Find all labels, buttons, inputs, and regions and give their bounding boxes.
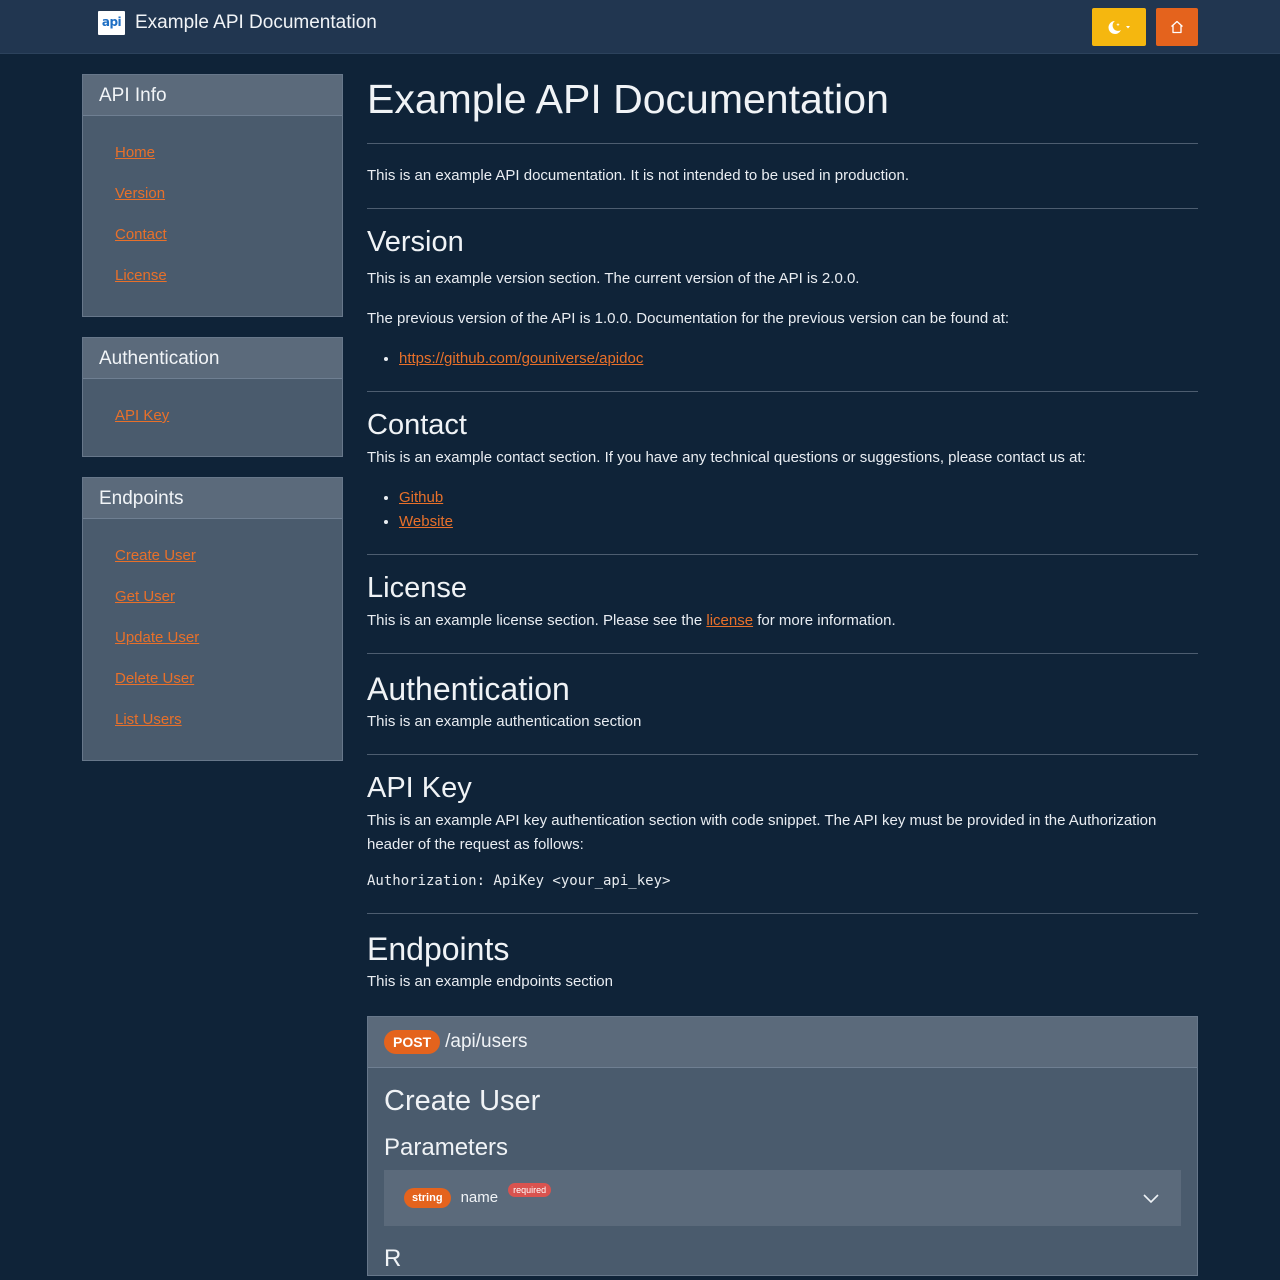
- sidebar-list: API Key: [83, 379, 342, 456]
- parameter-row-name[interactable]: string name required: [384, 1170, 1181, 1226]
- contact-section: Contact This is an example contact secti…: [367, 408, 1198, 534]
- divider: [367, 208, 1198, 209]
- brand-title: Example API Documentation: [135, 12, 377, 33]
- sidebar-item-license[interactable]: License: [115, 267, 167, 284]
- home-icon: [1171, 20, 1183, 34]
- section-heading: License: [367, 572, 467, 604]
- sidebar-item-contact[interactable]: Contact: [115, 226, 167, 243]
- endpoint-card-create-user: POST /api/users Create User Parameters s…: [367, 1016, 1198, 1276]
- sidebar: API Info Home Version Contact License Au…: [82, 74, 343, 781]
- divider: [367, 143, 1198, 144]
- license-text-after: for more information.: [753, 612, 896, 629]
- license-text-before: This is an example license section. Plea…: [367, 612, 707, 629]
- sidebar-item-update-user[interactable]: Update User: [115, 629, 199, 646]
- sidebar-card-title: Authentication: [83, 338, 342, 379]
- divider: [367, 913, 1198, 914]
- endpoint-title: Create User: [384, 1085, 541, 1117]
- endpoints-section: Endpoints This is an example endpoints s…: [367, 930, 1198, 1276]
- license-section: License This is an example license secti…: [367, 571, 1198, 633]
- divider: [367, 391, 1198, 392]
- section-heading: Version: [367, 226, 464, 258]
- link-list: Github Website: [367, 486, 1198, 534]
- chevron-down-icon[interactable]: [1141, 1188, 1161, 1208]
- sidebar-item-home[interactable]: Home: [115, 144, 155, 161]
- section-text: This is an example license section. Plea…: [367, 609, 1198, 633]
- section-text: This is an example version section. The …: [367, 270, 860, 287]
- website-link[interactable]: Website: [399, 513, 453, 530]
- section-heading: API Key: [367, 772, 472, 804]
- version-section: Version This is an example version secti…: [367, 225, 1198, 371]
- next-section-heading: R: [384, 1245, 402, 1272]
- moon-icon: [1108, 21, 1130, 34]
- endpoint-body: Create User Parameters string name requi…: [368, 1068, 1197, 1275]
- theme-toggle-button[interactable]: [1092, 8, 1146, 46]
- api-key-section: API Key This is an example API key authe…: [367, 771, 1198, 893]
- home-button[interactable]: [1156, 8, 1198, 46]
- brand[interactable]: api Example API Documentation: [98, 11, 377, 35]
- sidebar-card-endpoints: Endpoints Create User Get User Update Us…: [82, 477, 343, 761]
- link-list: https://github.com/gouniverse/apidoc: [367, 347, 1198, 371]
- sidebar-item-version[interactable]: Version: [115, 185, 165, 202]
- license-link[interactable]: license: [706, 612, 753, 629]
- section-text: This is an example endpoints section: [367, 973, 613, 990]
- authentication-section: Authentication This is an example authen…: [367, 670, 1198, 734]
- intro-text: This is an example API documentation. It…: [367, 167, 909, 184]
- parameter-name: name: [460, 1189, 499, 1206]
- sidebar-list: Create User Get User Update User Delete …: [83, 519, 342, 760]
- section-text: This is an example contact section. If y…: [367, 449, 1086, 466]
- sidebar-item-create-user[interactable]: Create User: [115, 547, 196, 564]
- section-text: This is an example authentication sectio…: [367, 713, 642, 730]
- sidebar-item-list-users[interactable]: List Users: [115, 711, 182, 728]
- page-title: Example API Documentation: [367, 76, 889, 122]
- parameters-heading: Parameters: [384, 1134, 509, 1161]
- section-heading: Authentication: [367, 671, 570, 707]
- sidebar-card-authentication: Authentication API Key: [82, 337, 343, 457]
- main-content: Example API Documentation This is an exa…: [367, 74, 1198, 1276]
- section-text: The previous version of the API is 1.0.0…: [367, 310, 1010, 327]
- sidebar-item-api-key[interactable]: API Key: [115, 407, 169, 424]
- section-text: This is an example API key authenticatio…: [367, 812, 1157, 853]
- sidebar-list: Home Version Contact License: [83, 116, 342, 316]
- required-badge: required: [508, 1183, 552, 1197]
- sidebar-card-title: API Info: [83, 75, 342, 116]
- method-badge: POST: [384, 1030, 441, 1054]
- type-badge: string: [404, 1188, 451, 1208]
- section-heading: Endpoints: [367, 931, 510, 967]
- endpoint-header[interactable]: POST /api/users: [368, 1017, 1197, 1068]
- endpoint-path: /api/users: [445, 1030, 528, 1052]
- sidebar-card-title: Endpoints: [83, 478, 342, 519]
- sidebar-item-delete-user[interactable]: Delete User: [115, 670, 194, 687]
- github-link[interactable]: Github: [399, 489, 443, 506]
- code-snippet: Authorization: ApiKey <your_api_key>: [367, 873, 671, 889]
- previous-version-link[interactable]: https://github.com/gouniverse/apidoc: [399, 350, 643, 367]
- sidebar-item-get-user[interactable]: Get User: [115, 588, 175, 605]
- top-navbar: api Example API Documentation: [0, 0, 1280, 54]
- api-logo-icon: api: [98, 11, 125, 35]
- divider: [367, 554, 1198, 555]
- section-heading: Contact: [367, 409, 467, 441]
- divider: [367, 754, 1198, 755]
- divider: [367, 653, 1198, 654]
- sidebar-card-api-info: API Info Home Version Contact License: [82, 74, 343, 317]
